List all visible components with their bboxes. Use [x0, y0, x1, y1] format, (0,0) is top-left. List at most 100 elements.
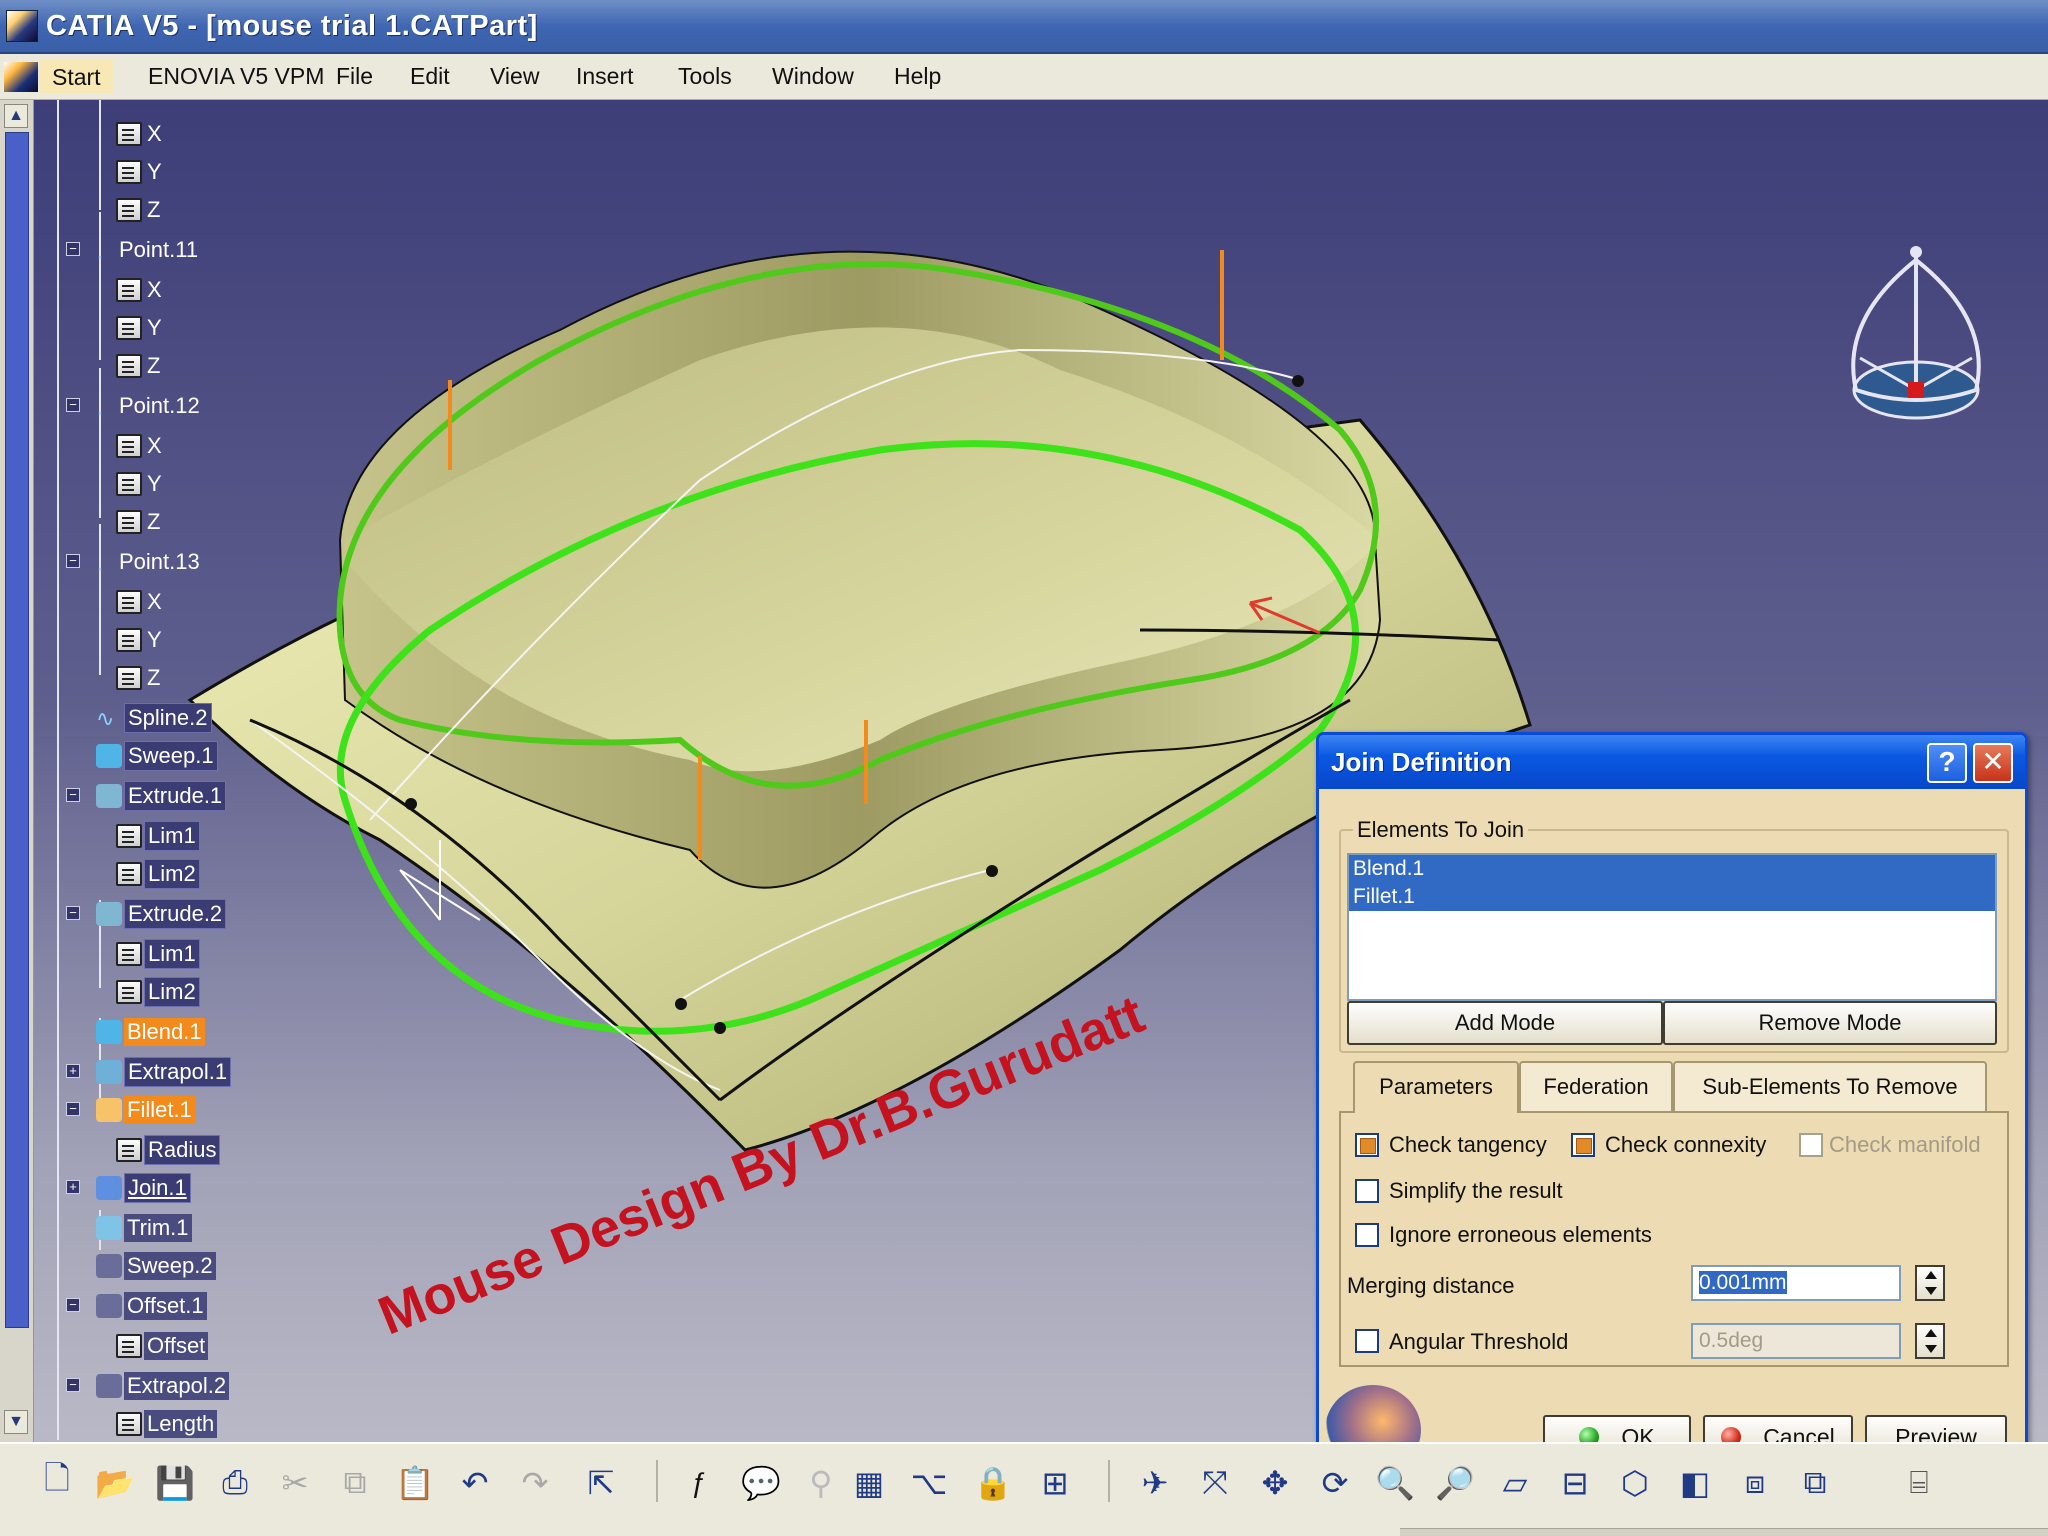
- pan-icon[interactable]: ✥: [1254, 1462, 1296, 1504]
- elements-list[interactable]: Blend.1 Fillet.1: [1347, 853, 1997, 1001]
- menu-enovia[interactable]: ENOVIA V5 VPM: [146, 63, 326, 90]
- shading-icon[interactable]: ◧: [1674, 1462, 1716, 1504]
- remove-mode-button[interactable]: Remove Mode: [1663, 1001, 1997, 1045]
- menu-view[interactable]: View: [488, 63, 541, 90]
- collapse-icon[interactable]: −: [66, 788, 80, 802]
- collapse-icon[interactable]: −: [66, 906, 80, 920]
- tree-node[interactable]: Length: [116, 1408, 218, 1440]
- merging-distance-field[interactable]: 0.001mm: [1691, 1265, 1901, 1301]
- document-menu-icon[interactable]: [4, 62, 38, 92]
- table-icon[interactable]: ▦: [848, 1462, 890, 1504]
- collapse-icon[interactable]: −: [66, 554, 80, 568]
- angular-threshold-field[interactable]: 0.5deg: [1691, 1323, 1901, 1359]
- tree-node[interactable]: Z: [116, 662, 163, 694]
- tree-node[interactable]: X: [116, 430, 165, 462]
- rotate-icon[interactable]: ⟳: [1314, 1462, 1356, 1504]
- expand-icon[interactable]: +: [66, 1180, 80, 1194]
- expand-icon[interactable]: +: [66, 1064, 80, 1078]
- render-icon[interactable]: ⌸: [1898, 1462, 1940, 1504]
- tree-icon[interactable]: ⌥: [908, 1462, 950, 1504]
- collapse-icon[interactable]: −: [66, 1378, 80, 1392]
- menu-file[interactable]: File: [334, 63, 375, 90]
- cut-icon[interactable]: ✂: [274, 1462, 316, 1504]
- dialog-title-bar[interactable]: Join Definition ? ✕: [1319, 735, 2025, 789]
- check-manifold-checkbox[interactable]: [1799, 1133, 1823, 1157]
- list-item[interactable]: Fillet.1: [1349, 883, 1995, 911]
- lock-icon[interactable]: 🔒: [972, 1462, 1014, 1504]
- tree-node-join[interactable]: Join.1: [96, 1172, 191, 1204]
- redo-icon[interactable]: ↷: [514, 1462, 556, 1504]
- tree-node-extrude[interactable]: Extrude.2: [96, 898, 227, 930]
- menu-help[interactable]: Help: [892, 63, 943, 90]
- list-item[interactable]: Blend.1: [1349, 855, 1995, 883]
- tree-node[interactable]: Z: [116, 506, 163, 538]
- copy-icon[interactable]: ⧉: [334, 1462, 376, 1504]
- tree-node-trim[interactable]: Trim.1: [96, 1212, 192, 1244]
- collapse-icon[interactable]: −: [66, 1298, 80, 1312]
- tree-node[interactable]: Radius: [116, 1134, 221, 1166]
- tree-node[interactable]: Lim2: [116, 858, 200, 890]
- tree-node-extrapolate[interactable]: Extrapol.1: [96, 1056, 232, 1088]
- tab-federation[interactable]: Federation: [1519, 1061, 1673, 1113]
- menu-start[interactable]: Start: [40, 60, 113, 94]
- simplify-checkbox[interactable]: [1355, 1179, 1379, 1203]
- tree-node-point[interactable]: Point.11: [96, 234, 201, 266]
- tree-node[interactable]: Offset: [116, 1330, 209, 1362]
- tree-node[interactable]: Y: [116, 312, 165, 344]
- swap-space-icon[interactable]: ⧉: [1794, 1462, 1836, 1504]
- tree-node[interactable]: Y: [116, 156, 165, 188]
- check-tangency-checkbox[interactable]: [1355, 1133, 1379, 1157]
- tree-node-point[interactable]: Point.12: [96, 390, 203, 422]
- check-connexity-checkbox[interactable]: [1571, 1133, 1595, 1157]
- compass[interactable]: [1840, 240, 2000, 440]
- normal-view-icon[interactable]: ▱: [1494, 1462, 1536, 1504]
- tree-node[interactable]: Y: [116, 624, 165, 656]
- menu-edit[interactable]: Edit: [408, 63, 452, 90]
- angular-threshold-checkbox[interactable]: [1355, 1329, 1379, 1353]
- tree-node[interactable]: Lim2: [116, 976, 200, 1008]
- catia-app-icon[interactable]: [6, 10, 38, 42]
- tree-node-spline[interactable]: ∿ Spline.2: [96, 702, 212, 734]
- menu-insert[interactable]: Insert: [574, 63, 636, 90]
- knowledge-icon[interactable]: ⚲: [800, 1462, 842, 1504]
- zoom-out-icon[interactable]: 🔎: [1434, 1462, 1476, 1504]
- merging-distance-spinner[interactable]: [1915, 1265, 1945, 1301]
- ignore-erroneous-checkbox[interactable]: [1355, 1223, 1379, 1247]
- new-icon[interactable]: 🗋: [36, 1460, 78, 1504]
- save-icon[interactable]: 💾: [154, 1462, 196, 1504]
- tree-node[interactable]: Z: [116, 350, 163, 382]
- tree-node-extrude[interactable]: Extrude.1: [96, 780, 227, 812]
- tree-node-sweep[interactable]: Sweep.1: [96, 740, 218, 772]
- scroll-up-icon[interactable]: ▲: [4, 104, 28, 128]
- collapse-icon[interactable]: −: [66, 398, 80, 412]
- tree-node[interactable]: Lim1: [116, 938, 200, 970]
- tab-sub-elements[interactable]: Sub-Elements To Remove: [1673, 1061, 1987, 1113]
- scroll-thumb[interactable]: [5, 132, 29, 1328]
- collapse-icon[interactable]: −: [66, 1102, 80, 1116]
- angular-threshold-spinner[interactable]: [1915, 1323, 1945, 1359]
- menu-tools[interactable]: Tools: [676, 63, 734, 90]
- scroll-down-icon[interactable]: ▼: [4, 1410, 28, 1434]
- tree-node[interactable]: Y: [116, 468, 165, 500]
- collapse-icon[interactable]: −: [66, 242, 80, 256]
- tree-node-extrapolate[interactable]: Extrapol.2: [96, 1370, 230, 1402]
- tab-parameters[interactable]: Parameters: [1353, 1061, 1519, 1113]
- tree-node-sweep[interactable]: Sweep.2: [96, 1250, 216, 1282]
- tree-scrollbar[interactable]: ▲ ▼: [0, 100, 34, 1442]
- paste-icon[interactable]: 📋: [394, 1462, 436, 1504]
- catalog-icon[interactable]: ⊞: [1034, 1462, 1076, 1504]
- add-mode-button[interactable]: Add Mode: [1347, 1001, 1663, 1045]
- hide-show-icon[interactable]: ⧈: [1734, 1462, 1776, 1504]
- whats-this-icon[interactable]: ⇱: [580, 1462, 622, 1504]
- fly-mode-icon[interactable]: ✈: [1134, 1462, 1176, 1504]
- undo-icon[interactable]: ↶: [454, 1462, 496, 1504]
- tree-node[interactable]: X: [116, 118, 165, 150]
- tree-node[interactable]: Z: [116, 194, 163, 226]
- tree-node-point[interactable]: Point.13: [96, 546, 203, 578]
- open-icon[interactable]: 📂: [94, 1462, 136, 1504]
- fit-all-icon[interactable]: ⤧: [1194, 1462, 1236, 1504]
- tree-node[interactable]: Lim1: [116, 820, 200, 852]
- tree-node[interactable]: X: [116, 586, 165, 618]
- multi-view-icon[interactable]: ⊟: [1554, 1462, 1596, 1504]
- tree-node[interactable]: X: [116, 274, 165, 306]
